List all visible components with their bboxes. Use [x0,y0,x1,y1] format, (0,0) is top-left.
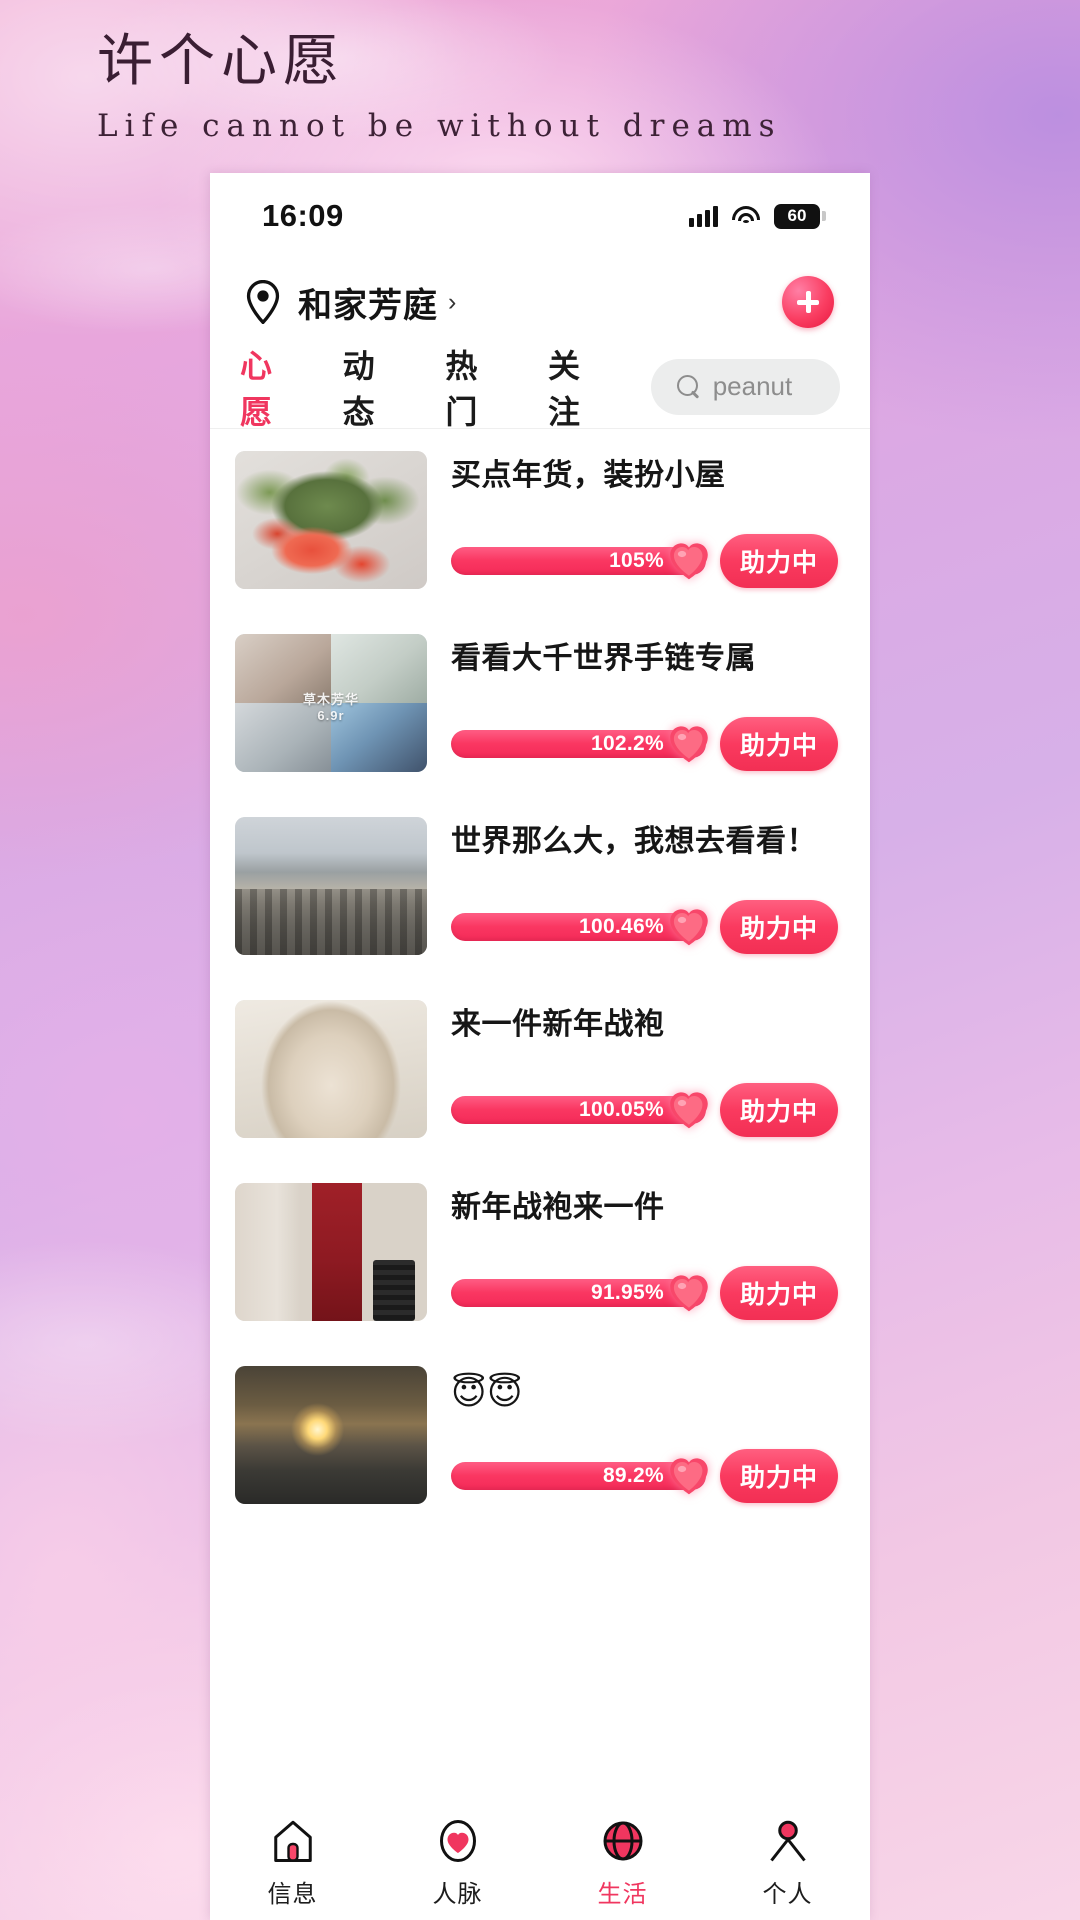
wish-title: 新年战袍来一件 [451,1191,665,1224]
wish-thumbnail[interactable] [235,451,427,589]
house-icon [273,1820,312,1862]
status-bar: 16:09 60 [210,173,870,259]
wish-thumbnail[interactable] [235,1183,427,1321]
wish-progress-bar: 105% [451,543,708,580]
heart-icon [670,909,708,946]
assist-button[interactable]: 助力中 [720,1083,838,1137]
heart-icon [670,543,708,580]
wish-progress-bar: 91.95% [451,1275,708,1312]
globe-icon [603,1821,642,1860]
thumbnail-watermark: 草木芳华 6.9r [302,691,359,724]
nav-item-life[interactable]: 生活 [540,1817,705,1909]
wish-thumbnail[interactable] [235,1366,427,1504]
assist-button[interactable]: 助力中 [720,1449,838,1503]
wish-progress-label: 91.95% [590,1281,664,1304]
battery-level-text: 60 [774,203,820,229]
wish-list-item[interactable]: 草木芳华 6.9r 看看大千世界手链专属 102.2% 助力中 [210,612,870,795]
wish-progress-label: 102.2% [590,732,664,755]
assist-button[interactable]: 助力中 [720,900,838,954]
heart-icon [670,1092,708,1129]
nav-label: 信息 [267,1880,318,1908]
assist-button[interactable]: 助力中 [720,1266,838,1320]
nav-label: 人脉 [432,1880,483,1908]
battery-cap [822,211,826,221]
wish-list-item[interactable]: 世界那么大，我想去看看！ 100.46% 助力中 [210,795,870,978]
wish-progress-label: 100.46% [578,915,664,938]
signal-bars-icon [689,205,718,227]
wish-progress-label: 100.05% [578,1098,664,1121]
location-name: 和家芳庭 [298,286,438,325]
wish-title: 世界那么大，我想去看看！ [451,825,817,858]
assist-button[interactable]: 助力中 [720,534,838,588]
tab-feed[interactable]: 动态 [343,341,406,433]
location-pin-icon [246,280,280,324]
heart-icon [670,726,708,763]
wish-progress-label: 105% [609,549,664,572]
wallpaper-title: 许个心愿 [97,29,345,94]
tab-following[interactable]: 关注 [548,341,611,433]
tab-wish[interactable]: 心愿 [240,341,303,433]
tab-hot[interactable]: 热门 [445,341,508,433]
search-input[interactable]: peanut [650,358,840,415]
wish-list: 买点年货，装扮小屋 105% 助力中 草木芳华 6.9r 看看大千世界手链专属 … [210,429,870,1527]
wish-list-item[interactable]: 😇😇 89.2% 助力中 [210,1344,870,1527]
nav-item-profile[interactable]: 个人 [705,1817,870,1909]
heart-icon [670,1458,708,1495]
wish-progress-label: 89.2% [602,1464,664,1487]
wish-list-item[interactable]: 新年战袍来一件 91.95% 助力中 [210,1161,870,1344]
wish-thumbnail[interactable] [235,817,427,955]
nav-label: 个人 [762,1880,813,1908]
assist-button[interactable]: 助力中 [720,717,838,771]
wish-progress-bar: 100.46% [451,909,708,946]
location-row[interactable]: 和家芳庭 › [210,259,870,345]
wish-thumbnail[interactable]: 草木芳华 6.9r [235,634,427,772]
wish-progress-bar: 89.2% [451,1458,708,1495]
phone-screenshot-panel: 16:09 60 和家芳庭 › 心愿 动态 热门 关注 peanut 买点年货，… [210,173,870,1920]
wish-title: 😇😇 [451,1374,523,1412]
wish-title: 买点年货，装扮小屋 [451,459,726,492]
battery-icon: 60 [774,203,826,229]
bottom-navigation: 信息 人脉 生活 个人 [210,1797,870,1920]
heart-icon [439,1819,476,1862]
nav-item-messages[interactable]: 信息 [210,1817,375,1909]
tab-bar: 心愿 动态 热门 关注 peanut [210,345,870,430]
person-icon [769,1820,806,1861]
status-bar-icons: 60 [689,203,826,229]
chevron-right-icon: › [448,287,457,316]
nav-item-contacts[interactable]: 人脉 [375,1817,540,1909]
wish-progress-bar: 100.05% [451,1092,708,1129]
wallpaper-subtitle: Life cannot be without dreams [97,108,782,144]
status-bar-time: 16:09 [262,198,344,233]
add-wish-button[interactable] [782,276,834,328]
nav-label: 生活 [597,1880,648,1908]
wish-thumbnail[interactable] [235,1000,427,1138]
wifi-icon [732,205,760,227]
plus-icon [795,289,821,315]
search-icon [676,374,701,399]
wish-title: 看看大千世界手链专属 [451,642,756,675]
wish-progress-bar: 102.2% [451,726,708,763]
heart-icon [670,1275,708,1312]
wish-title: 来一件新年战袍 [451,1008,665,1041]
wish-list-item[interactable]: 买点年货，装扮小屋 105% 助力中 [210,429,870,612]
wish-list-item[interactable]: 来一件新年战袍 100.05% 助力中 [210,978,870,1161]
search-placeholder: peanut [712,371,793,401]
